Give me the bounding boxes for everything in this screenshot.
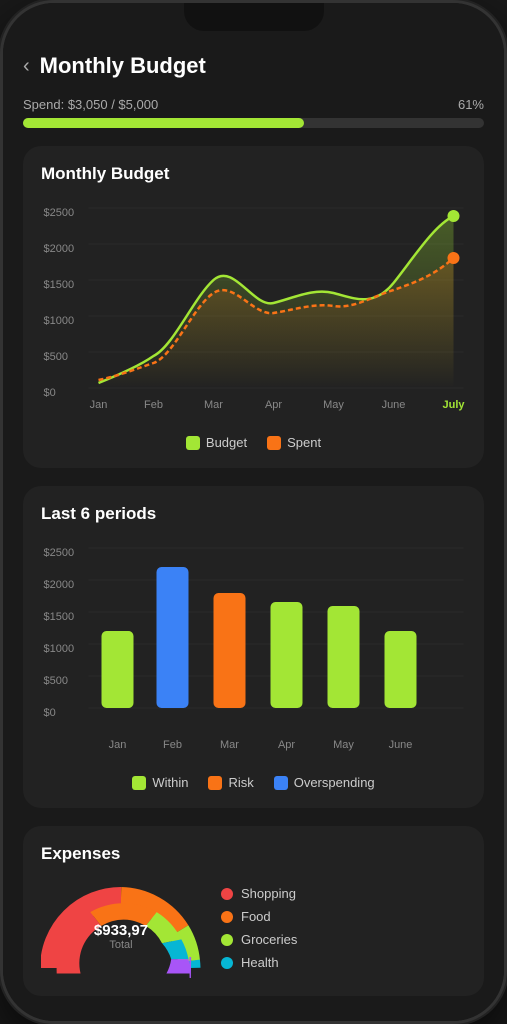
bar-chart-svg: $2500 $2000 $1500 $1000 $500 $0 <box>41 538 466 758</box>
spend-label: Spend: $3,050 / $5,000 <box>23 97 158 112</box>
legend-spent-label: Spent <box>287 435 321 450</box>
legend-overspending-label: Overspending <box>294 775 375 790</box>
page-title: Monthly Budget <box>40 53 206 79</box>
svg-text:Apr: Apr <box>265 399 282 411</box>
last6-periods-card: Last 6 periods $2500 $2000 $1500 $1000 $… <box>23 486 484 808</box>
line-chart-svg: $2500 $2000 $1500 $1000 $500 $0 Jan Feb <box>41 198 466 418</box>
donut-total-label: Total <box>94 939 148 951</box>
legend-budget: Budget <box>186 435 247 450</box>
expense-item-food: Food <box>221 909 297 924</box>
donut-chart-container: $933,97 Total <box>41 878 201 978</box>
svg-text:May: May <box>323 399 344 411</box>
svg-text:$1000: $1000 <box>44 315 75 327</box>
expenses-card: Expenses <box>23 826 484 996</box>
legend-spent-dot <box>267 436 281 450</box>
bar-feb <box>157 567 189 708</box>
budget-end-dot <box>448 210 460 222</box>
bar-jan <box>102 631 134 708</box>
expense-item-shopping: Shopping <box>221 886 297 901</box>
legend-budget-dot <box>186 436 200 450</box>
donut-label: $933,97 Total <box>94 922 148 951</box>
svg-text:$1000: $1000 <box>44 643 75 655</box>
svg-text:May: May <box>333 739 354 751</box>
spent-end-dot <box>448 252 460 264</box>
side-button-vol-up <box>0 203 2 263</box>
progress-bar-fill <box>23 118 304 128</box>
expenses-title: Expenses <box>41 844 466 864</box>
legend-risk: Risk <box>208 775 253 790</box>
line-chart-area: $2500 $2000 $1500 $1000 $500 $0 Jan Feb <box>41 198 466 423</box>
expenses-row: $933,97 Total Shopping Food <box>41 878 466 978</box>
bar-may <box>328 606 360 708</box>
svg-text:$500: $500 <box>44 675 68 687</box>
bar-mar <box>214 593 246 708</box>
seg-other <box>166 959 190 973</box>
legend-within-label: Within <box>152 775 188 790</box>
expense-dot-food <box>221 911 233 923</box>
screen: ‹ Monthly Budget Spend: $3,050 / $5,000 … <box>3 3 504 1021</box>
expense-label-health: Health <box>241 955 279 970</box>
notch <box>184 3 324 31</box>
budget-spend-row: Spend: $3,050 / $5,000 61% <box>23 97 484 112</box>
svg-text:Jan: Jan <box>90 399 108 411</box>
budget-progress-section: Spend: $3,050 / $5,000 61% <box>23 97 484 128</box>
legend-budget-label: Budget <box>206 435 247 450</box>
last6-chart-legend: Within Risk Overspending <box>41 775 466 790</box>
svg-text:$2000: $2000 <box>44 579 75 591</box>
monthly-chart-title: Monthly Budget <box>41 164 466 184</box>
legend-spent: Spent <box>267 435 321 450</box>
svg-text:June: June <box>382 399 406 411</box>
bar-chart-container: $2500 $2000 $1500 $1000 $500 $0 <box>41 538 466 763</box>
svg-text:$500: $500 <box>44 351 68 363</box>
expense-item-groceries: Groceries <box>221 932 297 947</box>
expense-item-health: Health <box>221 955 297 970</box>
expenses-legend: Shopping Food Groceries Health <box>221 886 297 970</box>
svg-text:$2500: $2500 <box>44 547 75 559</box>
percent-label: 61% <box>458 97 484 112</box>
expense-dot-groceries <box>221 934 233 946</box>
legend-overspending-dot <box>274 776 288 790</box>
svg-text:$2500: $2500 <box>44 207 75 219</box>
last6-chart-title: Last 6 periods <box>41 504 466 524</box>
expense-dot-health <box>221 957 233 969</box>
svg-text:Feb: Feb <box>144 399 163 411</box>
bar-june <box>385 631 417 708</box>
expense-label-food: Food <box>241 909 271 924</box>
svg-text:Jan: Jan <box>109 739 127 751</box>
expense-label-shopping: Shopping <box>241 886 296 901</box>
svg-text:Apr: Apr <box>278 739 295 751</box>
monthly-chart-legend: Budget Spent <box>41 435 466 450</box>
legend-risk-dot <box>208 776 222 790</box>
svg-text:$0: $0 <box>44 707 56 719</box>
legend-risk-label: Risk <box>228 775 253 790</box>
bar-apr <box>271 602 303 708</box>
svg-text:Feb: Feb <box>163 739 182 751</box>
back-arrow-icon[interactable]: ‹ <box>23 55 30 78</box>
progress-bar-background <box>23 118 484 128</box>
legend-overspending: Overspending <box>274 775 375 790</box>
legend-within: Within <box>132 775 188 790</box>
phone-frame: ‹ Monthly Budget Spend: $3,050 / $5,000 … <box>0 0 507 1024</box>
header: ‹ Monthly Budget <box>23 43 484 79</box>
side-button-mute <box>0 153 2 188</box>
side-button-vol-down <box>0 278 2 338</box>
svg-text:$0: $0 <box>44 387 56 399</box>
svg-text:Mar: Mar <box>220 739 239 751</box>
svg-text:June: June <box>389 739 413 751</box>
legend-within-dot <box>132 776 146 790</box>
expense-dot-shopping <box>221 888 233 900</box>
monthly-budget-card: Monthly Budget $2500 $2000 $1500 $1000 $… <box>23 146 484 468</box>
svg-text:$1500: $1500 <box>44 611 75 623</box>
donut-amount: $933,97 <box>94 922 148 939</box>
svg-text:Mar: Mar <box>204 399 223 411</box>
svg-text:$1500: $1500 <box>44 279 75 291</box>
expense-label-groceries: Groceries <box>241 932 297 947</box>
svg-text:$2000: $2000 <box>44 243 75 255</box>
svg-text:July: July <box>442 399 465 411</box>
